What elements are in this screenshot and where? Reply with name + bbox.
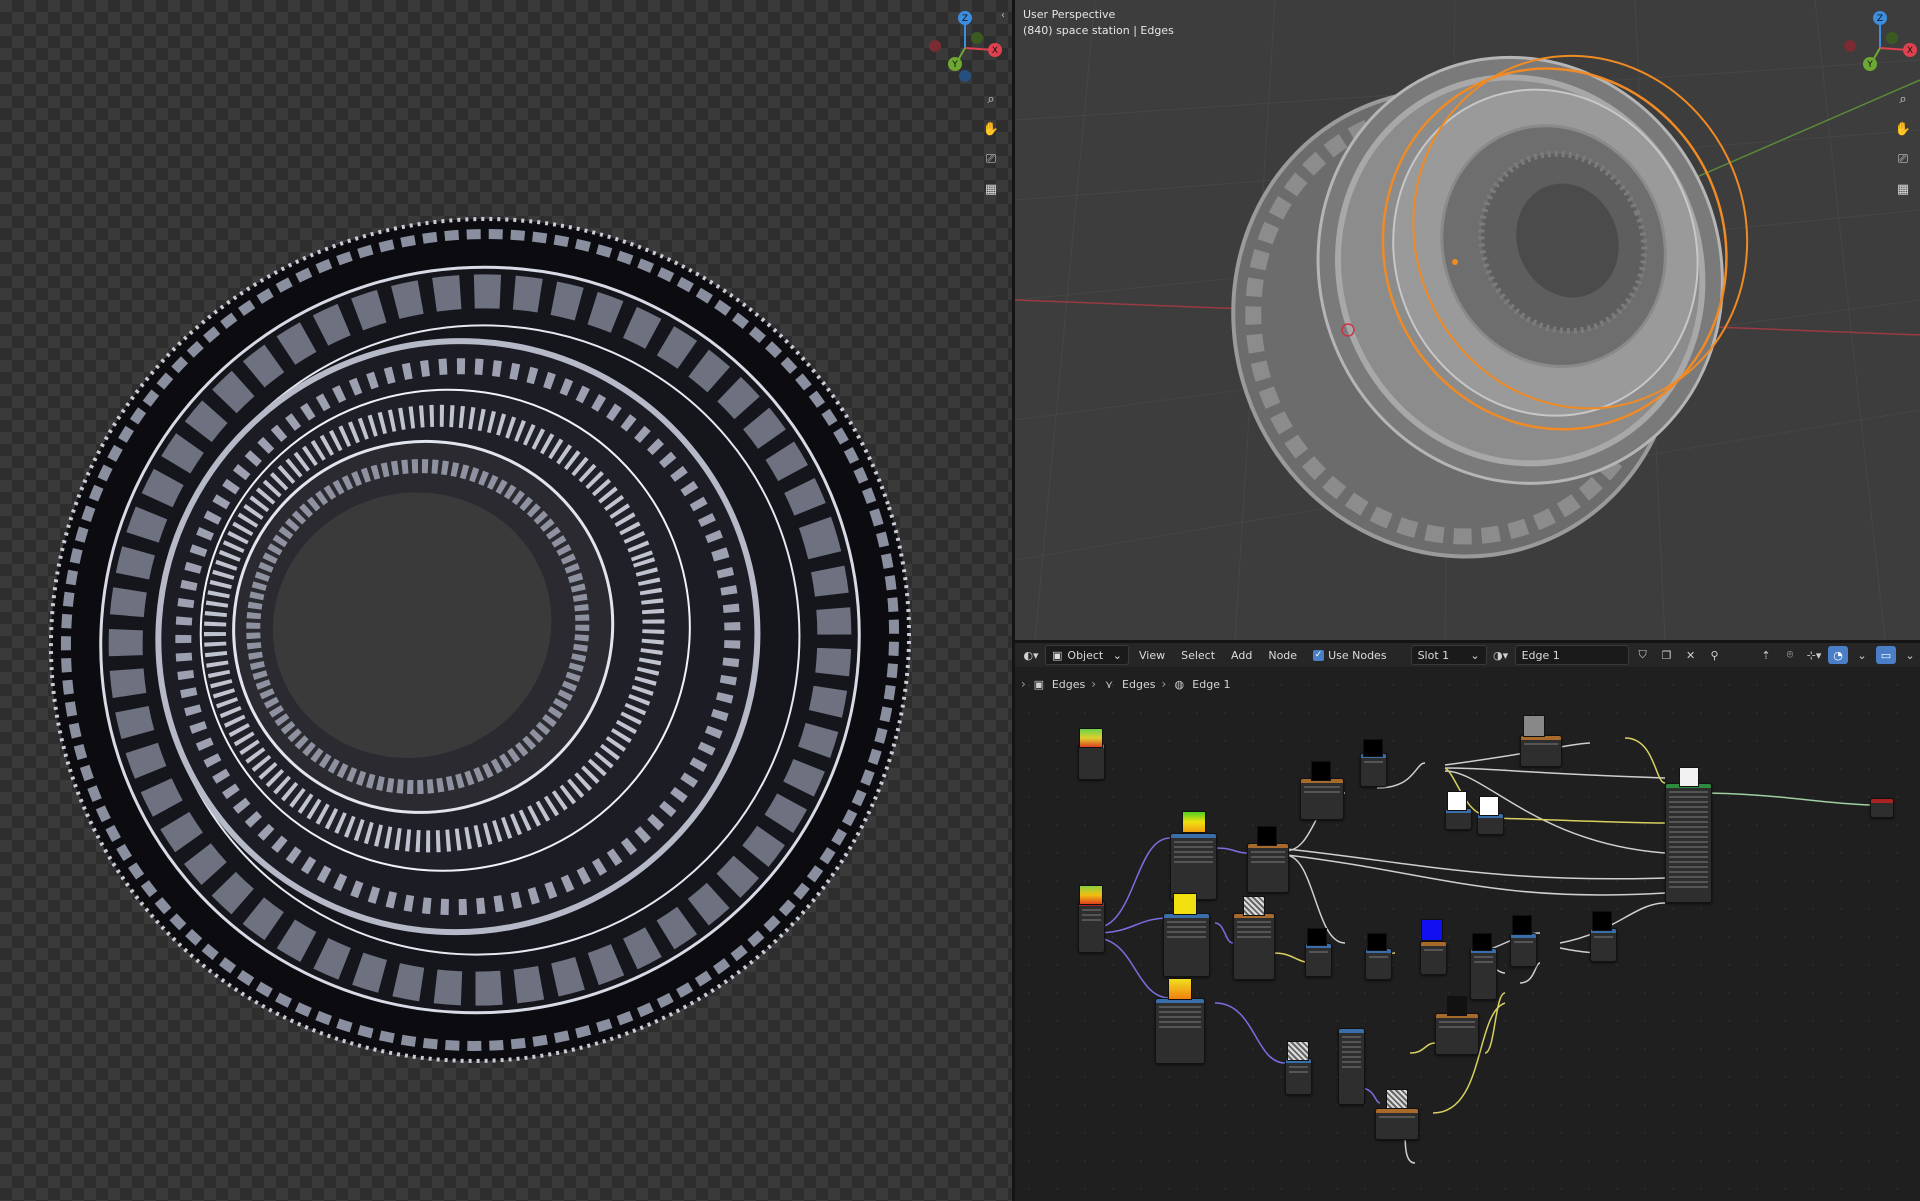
node-preview-white [1679, 767, 1699, 787]
node-mapping-3[interactable] [1155, 998, 1205, 1064]
vp-gizmo-z-label: Z [1877, 14, 1883, 24]
node-math-7[interactable] [1285, 1058, 1312, 1095]
node-math-3[interactable] [1365, 948, 1392, 980]
viewport-navigation-gizmo[interactable]: Z X Y [1840, 10, 1920, 85]
node-preview-gradient [1182, 811, 1206, 833]
zoom-icon[interactable]: ⌕ [1892, 88, 1914, 110]
node-mapping-2[interactable] [1163, 913, 1210, 977]
node-preview-black [1472, 933, 1492, 951]
node-preview-black [1447, 996, 1467, 1016]
3d-viewport[interactable]: User Perspective (840) space station | E… [1015, 0, 1920, 640]
node-texture-coordinate[interactable] [1078, 901, 1105, 953]
node-preview-grey [1523, 715, 1545, 737]
node-mapping-1[interactable] [1170, 833, 1217, 900]
node-math-6[interactable] [1590, 928, 1617, 962]
node-preview-black [1367, 933, 1387, 951]
node-color-ramp-1[interactable] [1078, 743, 1105, 780]
node-preview-yellow [1173, 893, 1197, 915]
node-color-ramp-5[interactable] [1520, 735, 1562, 767]
node-preview-black [1257, 826, 1277, 846]
node-preview-white [1447, 791, 1467, 811]
navigation-gizmo[interactable]: Z X Y [925, 10, 1005, 85]
gizmo-z-label: Z [962, 14, 968, 24]
node-texture-1[interactable] [1247, 843, 1289, 893]
node-preview-blue [1421, 919, 1443, 941]
node-math-2[interactable] [1305, 943, 1332, 977]
node-links [1094, 737, 1871, 1164]
node-preview-black [1512, 915, 1532, 935]
gizmo-x-label: X [992, 46, 998, 56]
node-principled-bsdf[interactable] [1665, 783, 1712, 903]
node-preview-white [1479, 796, 1499, 816]
node-preview-black [1592, 911, 1612, 931]
node-noise-texture-1[interactable] [1233, 913, 1275, 980]
node-mix-blue[interactable] [1420, 941, 1447, 975]
node-group-frame[interactable] [1338, 1028, 1365, 1105]
node-preview-gradient [1079, 885, 1103, 905]
object-info-label: (840) space station | Edges [1023, 24, 1174, 37]
node-color-ramp-3[interactable] [1435, 1013, 1479, 1055]
node-preview-noise [1243, 896, 1265, 916]
node-preview-gradient [1079, 728, 1103, 748]
hand-icon[interactable]: ✋ [1892, 118, 1914, 140]
node-math-5[interactable] [1510, 933, 1537, 967]
vp-gizmo-x-label: X [1907, 46, 1913, 56]
node-math-1[interactable] [1360, 753, 1387, 787]
zoom-icon[interactable]: ⌕ [980, 88, 1002, 110]
node-preview-noise [1386, 1089, 1408, 1109]
perspective-label: User Perspective [1023, 8, 1116, 21]
node-preview-black [1363, 739, 1383, 757]
ortho-grid-icon[interactable]: ▦ [1892, 178, 1914, 200]
ortho-grid-icon[interactable]: ▦ [980, 178, 1002, 200]
render-nav-tools: ⌕ ✋ ⎚ ▦ [980, 88, 1002, 200]
node-material-output[interactable] [1870, 798, 1894, 818]
render-viewport[interactable] [0, 0, 1012, 1201]
camera-icon[interactable]: ⎚ [980, 148, 1002, 170]
gizmo-y-label: Y [951, 60, 958, 70]
viewport-scene [1015, 0, 1920, 640]
node-value-2[interactable] [1477, 813, 1504, 835]
node-color-ramp-4[interactable] [1375, 1108, 1419, 1140]
node-math-4[interactable] [1470, 948, 1497, 1000]
viewport-nav-tools: ⌕ ✋ ⎚ ▦ [1892, 88, 1914, 200]
vp-gizmo-y-label: Y [1866, 60, 1873, 70]
node-preview-black [1307, 928, 1327, 946]
node-value-1[interactable] [1445, 808, 1472, 830]
hand-icon[interactable]: ✋ [980, 118, 1002, 140]
camera-icon[interactable]: ⎚ [1892, 148, 1914, 170]
node-preview-gradient [1168, 978, 1192, 1000]
shader-node-editor[interactable]: ◐▾ ▣ Object ⌄ View Select Add Node ✓ Use… [1015, 643, 1920, 1201]
node-preview-black [1311, 761, 1331, 781]
rendered-space-station [48, 217, 912, 1063]
node-preview-noise [1287, 1041, 1309, 1061]
node-color-ramp-2[interactable] [1300, 778, 1344, 820]
